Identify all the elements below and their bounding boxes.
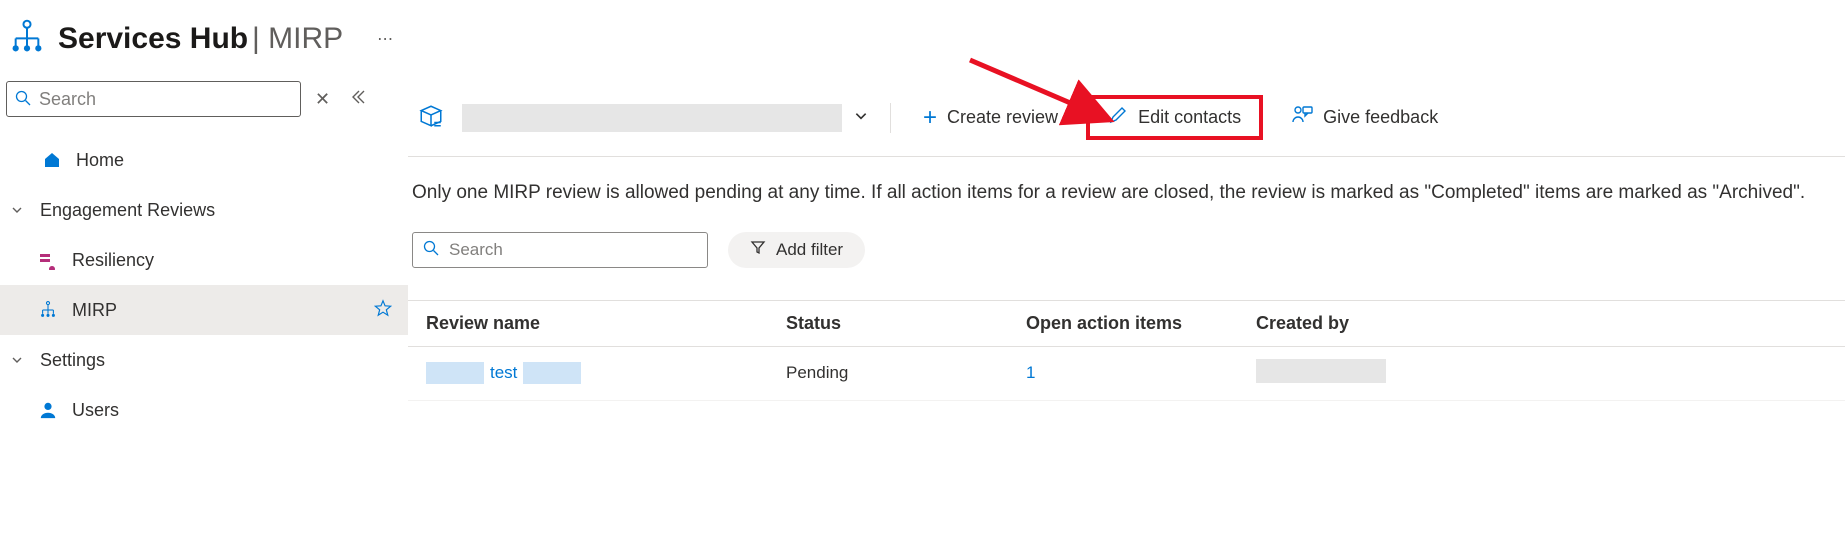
main-content: + Create review Edit contacts: [408, 73, 1845, 550]
sidebar-item-label: Engagement Reviews: [40, 200, 215, 221]
button-label: Give feedback: [1323, 107, 1438, 128]
separator: [890, 103, 891, 133]
sidebar-item-users[interactable]: Users: [0, 385, 408, 435]
create-review-button[interactable]: + Create review: [913, 102, 1068, 134]
table-header-row: Review name Status Open action items Cre…: [408, 300, 1845, 347]
breadcrumb: Services Hub | MIRP: [58, 22, 343, 56]
table-search[interactable]: [412, 232, 708, 268]
sidebar-search[interactable]: [6, 81, 301, 117]
clear-search-button[interactable]: ✕: [315, 89, 330, 110]
sidebar-item-label: Resiliency: [72, 250, 154, 271]
breadcrumb-separator: |: [252, 22, 268, 55]
plus-icon: +: [923, 106, 937, 130]
column-header-review-name[interactable]: Review name: [426, 313, 786, 334]
edit-contacts-button[interactable]: Edit contacts: [1098, 101, 1251, 134]
add-filter-button[interactable]: Add filter: [728, 232, 865, 268]
sidebar-item-label: Settings: [40, 350, 105, 371]
redacted-text: [426, 362, 484, 384]
sidebar-item-engagement-reviews[interactable]: Engagement Reviews: [0, 185, 408, 235]
search-icon: [423, 240, 439, 259]
cell-status: Pending: [786, 363, 1026, 383]
redacted-text: [523, 362, 581, 384]
filter-row: Add filter: [408, 226, 1845, 282]
table-search-input[interactable]: [449, 240, 697, 260]
redacted-text: [1256, 359, 1386, 383]
sidebar-item-settings[interactable]: Settings: [0, 335, 408, 385]
filter-icon: [750, 239, 766, 260]
pencil-icon: [1108, 105, 1128, 130]
sidebar-item-home[interactable]: Home: [0, 135, 408, 185]
page-header: Services Hub | MIRP ⋯: [0, 0, 1845, 73]
sidebar-item-label: Home: [76, 150, 124, 171]
mirp-icon: [36, 300, 60, 320]
chevron-down-icon: [6, 204, 28, 216]
more-actions-button[interactable]: ⋯: [377, 29, 393, 49]
sidebar-search-input[interactable]: [39, 89, 292, 110]
give-feedback-button[interactable]: Give feedback: [1281, 100, 1448, 135]
resiliency-icon: [36, 250, 60, 270]
cell-open-items[interactable]: 1: [1026, 363, 1256, 383]
sidebar-item-label: MIRP: [72, 300, 117, 321]
action-bar: + Create review Edit contacts: [408, 95, 1845, 157]
chevron-down-icon: [854, 109, 868, 126]
column-header-status[interactable]: Status: [786, 313, 1026, 334]
description-text: Only one MIRP review is allowed pending …: [408, 157, 1845, 226]
reviews-table: Review name Status Open action items Cre…: [408, 300, 1845, 401]
collapse-sidebar-button[interactable]: [350, 89, 366, 110]
scope-selector[interactable]: [462, 104, 868, 132]
button-label: Create review: [947, 107, 1058, 128]
mirp-network-icon: [10, 18, 44, 59]
table-row[interactable]: test Pending 1: [408, 347, 1845, 401]
cell-created-by: [1256, 359, 1576, 388]
review-link[interactable]: test: [490, 363, 517, 383]
column-header-open-items[interactable]: Open action items: [1026, 313, 1256, 334]
user-icon: [36, 401, 60, 419]
sidebar-item-mirp[interactable]: MIRP: [0, 285, 408, 335]
page-title: Services Hub: [58, 22, 248, 55]
sidebar-item-label: Users: [72, 400, 119, 421]
button-label: Add filter: [776, 240, 843, 260]
redacted-selection: [462, 104, 842, 132]
chevron-down-icon: [6, 354, 28, 366]
sidebar: ✕ Home Engagement Reviews: [0, 73, 408, 550]
page-subtitle: MIRP: [268, 22, 343, 55]
search-icon: [15, 90, 31, 109]
cell-review-name[interactable]: test: [426, 362, 786, 384]
annotation-highlight: Edit contacts: [1086, 95, 1263, 140]
favorite-star-icon[interactable]: [374, 299, 392, 322]
package-icon: [418, 103, 444, 132]
column-header-created-by[interactable]: Created by: [1256, 313, 1576, 334]
sidebar-item-resiliency[interactable]: Resiliency: [0, 235, 408, 285]
button-label: Edit contacts: [1138, 107, 1241, 128]
sidebar-nav: Home Engagement Reviews Resiliency: [0, 135, 408, 435]
home-icon: [40, 150, 64, 170]
feedback-icon: [1291, 104, 1313, 131]
